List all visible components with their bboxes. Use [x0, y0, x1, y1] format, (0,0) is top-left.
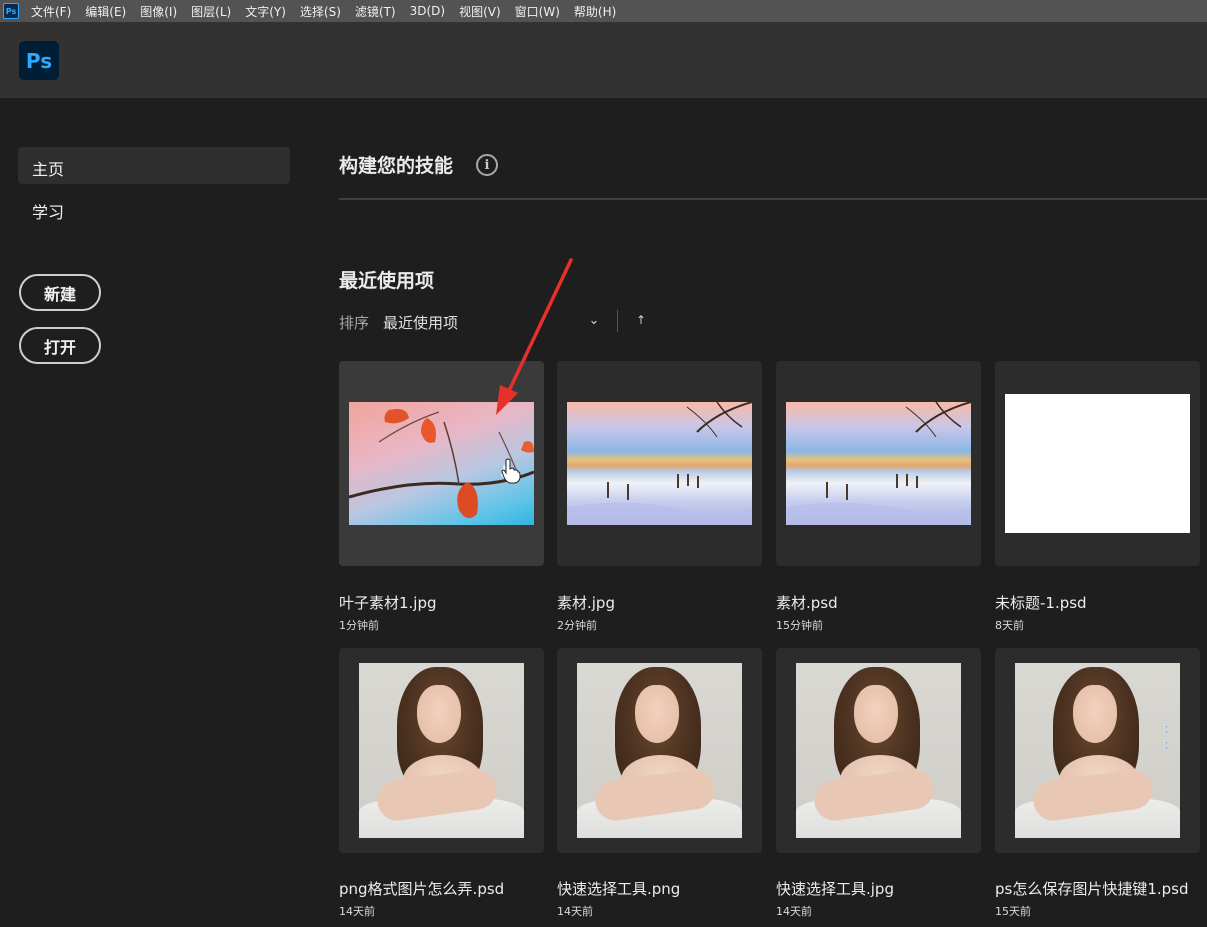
file-thumbnail: [786, 402, 971, 525]
menu-help[interactable]: 帮助(H): [574, 3, 616, 20]
file-modified-time: 14天前: [557, 905, 593, 918]
sidebar-item-learn[interactable]: 学习: [18, 190, 290, 227]
chevron-down-icon[interactable]: ⌄: [585, 309, 603, 331]
sort-label: 排序: [339, 314, 370, 332]
menu-window[interactable]: 窗口(W): [515, 3, 560, 20]
recent-file-card[interactable]: [995, 361, 1200, 566]
menu-type[interactable]: 文字(Y): [245, 3, 286, 20]
recent-file-card[interactable]: ⁚ ⁚: [995, 648, 1200, 853]
menu-file[interactable]: 文件(F): [31, 3, 71, 20]
sidebar-item-learn-label: 学习: [32, 203, 65, 222]
recent-file-card[interactable]: [776, 361, 981, 566]
file-modified-time: 8天前: [995, 619, 1024, 632]
file-modified-time: 14天前: [776, 905, 812, 918]
file-thumbnail: [359, 663, 524, 838]
file-name[interactable]: 未标题-1.psd: [995, 592, 1087, 613]
file-name[interactable]: ps怎么保存图片快捷键1.psd: [995, 878, 1189, 899]
home-header: Ps: [0, 22, 1207, 98]
file-modified-time: 14天前: [339, 905, 375, 918]
sort-direction-icon[interactable]: ↑: [633, 309, 649, 331]
sidebar-item-home-label: 主页: [32, 160, 65, 179]
build-skills-heading: 构建您的技能: [339, 155, 454, 177]
menu-bar: Ps 文件(F) 编辑(E) 图像(I) 图层(L) 文字(Y) 选择(S) 滤…: [0, 0, 1207, 22]
file-thumbnail: ⁚ ⁚: [1015, 663, 1180, 838]
menu-edit[interactable]: 编辑(E): [85, 3, 126, 20]
file-modified-time: 15分钟前: [776, 619, 823, 632]
menu-view[interactable]: 视图(V): [459, 3, 501, 20]
photoshop-app-icon[interactable]: Ps: [3, 3, 19, 19]
sidebar-item-home[interactable]: 主页: [18, 147, 290, 184]
hand-cursor-icon: [501, 458, 521, 484]
file-thumbnail: [1005, 394, 1190, 533]
file-modified-time: 15天前: [995, 905, 1031, 918]
file-thumbnail: [577, 663, 742, 838]
file-thumbnail: [567, 402, 752, 525]
section-divider: [339, 198, 1207, 200]
file-thumbnail: [796, 663, 961, 838]
recent-files-heading: 最近使用项: [339, 270, 435, 292]
file-name[interactable]: 素材.psd: [776, 592, 838, 613]
file-name[interactable]: 快速选择工具.png: [557, 878, 680, 899]
file-name[interactable]: png格式图片怎么弄.psd: [339, 878, 504, 899]
recent-file-card[interactable]: [557, 648, 762, 853]
menu-select[interactable]: 选择(S): [300, 3, 341, 20]
recent-file-card[interactable]: [339, 648, 544, 853]
new-file-button[interactable]: 新建: [19, 274, 101, 311]
file-name[interactable]: 快速选择工具.jpg: [776, 878, 894, 899]
menu-layer[interactable]: 图层(L): [191, 3, 231, 20]
recent-file-card[interactable]: [557, 361, 762, 566]
file-modified-time: 2分钟前: [557, 619, 597, 632]
recent-file-card[interactable]: [776, 648, 981, 853]
file-modified-time: 1分钟前: [339, 619, 379, 632]
file-name[interactable]: 素材.jpg: [557, 592, 615, 613]
menu-3d[interactable]: 3D(D): [410, 4, 445, 18]
open-file-button[interactable]: 打开: [19, 327, 101, 364]
file-name[interactable]: 叶子素材1.jpg: [339, 592, 437, 613]
sort-separator: [617, 310, 618, 332]
sort-dropdown-value[interactable]: 最近使用项: [383, 312, 458, 333]
info-icon[interactable]: i: [476, 154, 498, 176]
menu-filter[interactable]: 滤镜(T): [355, 3, 396, 20]
menu-image[interactable]: 图像(I): [140, 3, 177, 20]
photoshop-logo: Ps: [19, 41, 59, 80]
